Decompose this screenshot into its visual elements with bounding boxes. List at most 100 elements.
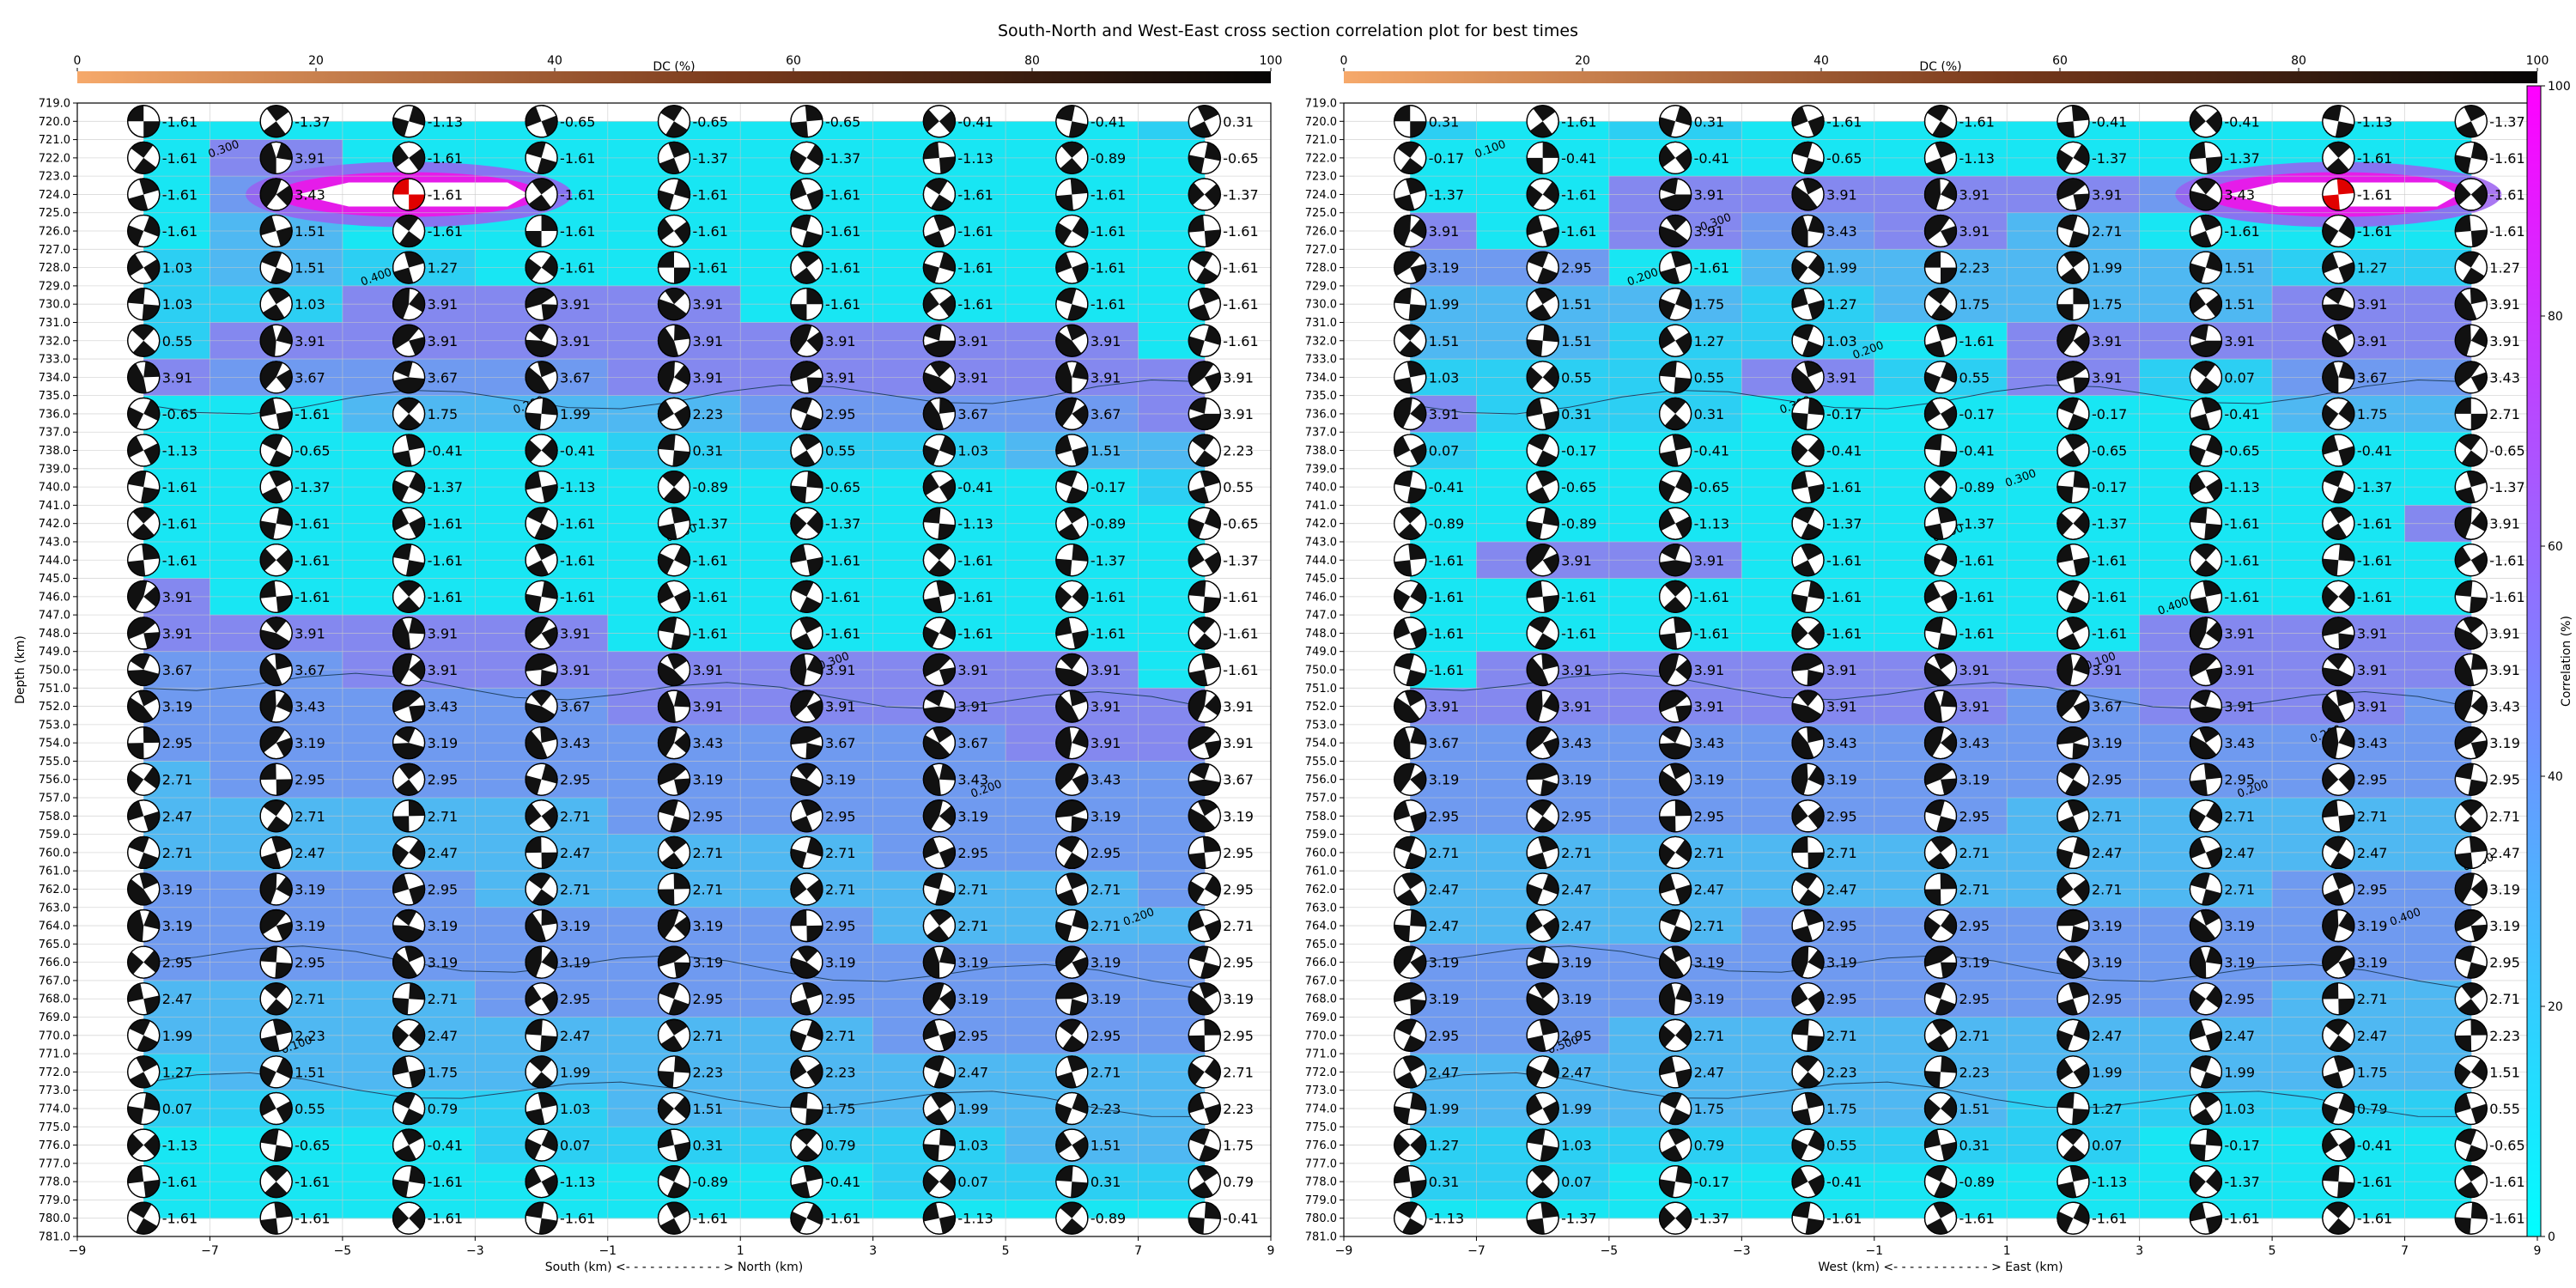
mechanism-value-label: -1.61	[693, 589, 728, 605]
mechanism	[2322, 507, 2355, 540]
mechanism	[1658, 141, 1692, 175]
mechanism	[1188, 1201, 1221, 1235]
mechanism	[1055, 1018, 1089, 1052]
mechanism-value-label: 1.27	[1694, 333, 1725, 349]
mechanism	[259, 397, 293, 431]
mechanism-value-label: 3.91	[1429, 223, 1460, 240]
x-tick-label: 5	[1002, 1244, 1010, 1258]
mechanism	[657, 982, 691, 1016]
mechanism-value-label: -1.61	[1091, 223, 1126, 240]
mechanism	[1526, 470, 1559, 504]
mechanism	[127, 361, 161, 394]
mechanism-value-label: -0.41	[1694, 150, 1729, 167]
mechanism	[1791, 251, 1825, 284]
mechanism-value-label: -1.61	[1091, 296, 1126, 313]
mechanism	[1188, 690, 1221, 723]
mechanism-value-label: 3.19	[693, 772, 724, 788]
mechanism-value-label: 1.03	[2224, 1101, 2255, 1117]
mechanism-value-label: 1.51	[1091, 1138, 1121, 1154]
mechanism	[2322, 434, 2355, 467]
mechanism	[2189, 178, 2223, 211]
mechanism-value-label: 2.95	[1429, 808, 1460, 824]
mechanism-value-label: -1.61	[2224, 552, 2259, 568]
mechanism	[2322, 726, 2355, 760]
mechanism	[1923, 1018, 1958, 1052]
mechanism	[1658, 434, 1692, 467]
mechanism-value-label: -1.61	[428, 516, 463, 532]
mechanism-value-label: 2.47	[1429, 918, 1460, 934]
mechanism-value-label: 3.91	[295, 625, 325, 641]
x-tick-label: 1	[737, 1244, 744, 1258]
x-tick-label: −9	[69, 1244, 87, 1258]
mechanism	[392, 1201, 426, 1235]
mechanism-value-label: 2.71	[1091, 881, 1121, 897]
mechanism-value-label: 2.71	[825, 1028, 856, 1044]
mechanism	[259, 653, 293, 687]
mechanism	[1923, 251, 1958, 284]
mechanism-value-label: -1.61	[295, 406, 330, 422]
mechanism-value-label: 3.91	[1694, 223, 1725, 240]
mechanism	[790, 908, 823, 943]
mechanism-value-label: 0.55	[1694, 369, 1725, 386]
mechanism-value-label: -1.37	[2489, 479, 2524, 495]
mechanism-value-label: 3.43	[2224, 186, 2255, 203]
y-tick-label: 751.0	[1305, 683, 1337, 696]
mechanism-value-label: 0.31	[1561, 406, 1592, 422]
mechanism-value-label: 1.99	[2224, 1064, 2255, 1080]
mechanism-value-label: 0.55	[825, 443, 856, 459]
mechanism	[1923, 214, 1958, 248]
mechanism	[1658, 1055, 1692, 1089]
y-tick-label: 750.0	[39, 665, 70, 677]
y-tick-label: 721.0	[39, 134, 70, 147]
mechanism	[657, 434, 691, 467]
mechanism	[525, 141, 558, 175]
mechanism	[1791, 178, 1825, 211]
mechanism	[922, 470, 957, 504]
mechanism	[922, 251, 957, 284]
mechanism-value-label: 3.91	[560, 296, 591, 313]
mechanism-value-label: 1.75	[2092, 296, 2123, 313]
mechanism	[2057, 434, 2090, 467]
mechanism	[1923, 1201, 1958, 1235]
mechanism-value-label: 2.47	[1694, 1064, 1725, 1080]
mechanism	[1188, 835, 1221, 870]
y-tick-label: 727.0	[39, 244, 70, 257]
mechanism-value-label: 1.51	[1561, 333, 1592, 349]
mechanism	[1658, 799, 1692, 833]
mechanism	[657, 1055, 691, 1089]
mechanism	[1923, 1055, 1958, 1089]
y-tick-label: 757.0	[39, 793, 70, 805]
mechanism	[1055, 214, 1089, 248]
mechanism-value-label: 3.91	[1694, 662, 1725, 678]
mechanism-value-label: -1.61	[2489, 223, 2524, 240]
y-tick-label: 730.0	[39, 299, 70, 312]
dc-tick-label: 80	[2291, 54, 2306, 68]
mechanism-value-label: -0.65	[2489, 443, 2524, 459]
mechanism	[1791, 653, 1825, 687]
y-tick-label: 743.0	[1305, 536, 1337, 549]
mechanism-value-label: 1.03	[957, 443, 988, 459]
mechanism-value-label: 3.19	[1561, 991, 1592, 1007]
y-tick-label: 736.0	[39, 408, 70, 421]
mechanism	[1188, 799, 1221, 833]
mechanism	[392, 799, 426, 833]
colorbar-gradient	[2526, 85, 2542, 1237]
y-tick-label: 726.0	[39, 226, 70, 239]
mechanism	[2189, 397, 2223, 431]
x-axis-label: South (km) <- - - - - - - - - - - - > No…	[545, 1261, 803, 1274]
mechanism-value-label: -1.61	[162, 1174, 197, 1190]
mechanism	[1188, 251, 1221, 284]
mechanism	[657, 762, 691, 796]
mechanism-value-label: -1.61	[1561, 186, 1596, 203]
mechanism	[525, 762, 558, 796]
mechanism	[2057, 1055, 2090, 1089]
y-tick-label: 729.0	[1305, 280, 1337, 293]
mechanism-value-label: 3.19	[1694, 772, 1725, 788]
mechanism	[127, 1164, 161, 1199]
mechanism-value-label: -1.61	[162, 516, 197, 532]
mechanism-value-label: 0.31	[1223, 113, 1254, 130]
mechanism	[2322, 1091, 2355, 1126]
mechanism-value-label: -1.61	[825, 186, 860, 203]
mechanism	[2322, 908, 2355, 943]
mechanism	[2454, 945, 2488, 979]
